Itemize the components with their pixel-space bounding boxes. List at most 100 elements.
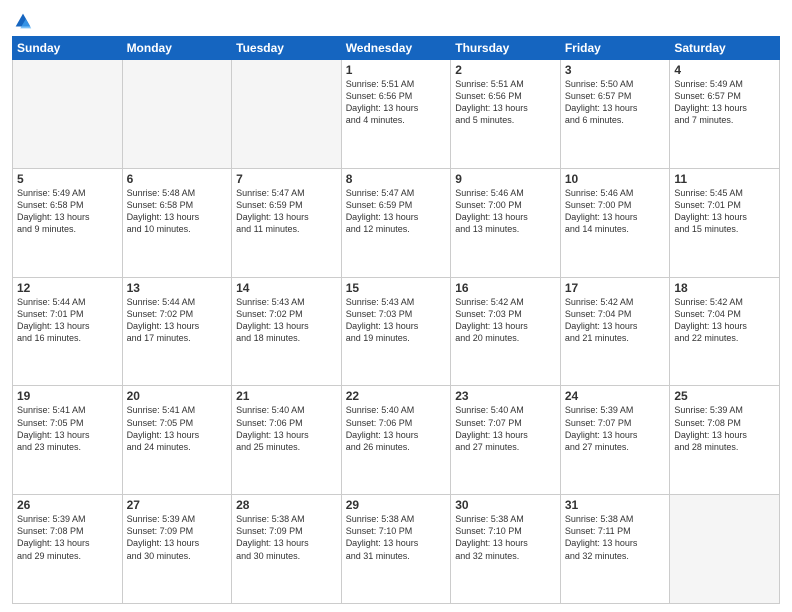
day-info: Sunrise: 5:48 AMSunset: 6:58 PMDaylight:…: [127, 187, 228, 236]
day-info: Sunrise: 5:42 AMSunset: 7:04 PMDaylight:…: [674, 296, 775, 345]
day-header-friday: Friday: [560, 37, 670, 60]
day-number: 23: [455, 389, 556, 403]
day-info: Sunrise: 5:39 AMSunset: 7:09 PMDaylight:…: [127, 513, 228, 562]
day-header-tuesday: Tuesday: [232, 37, 342, 60]
calendar-cell: 4Sunrise: 5:49 AMSunset: 6:57 PMDaylight…: [670, 60, 780, 169]
day-number: 26: [17, 498, 118, 512]
day-info: Sunrise: 5:47 AMSunset: 6:59 PMDaylight:…: [236, 187, 337, 236]
day-info: Sunrise: 5:39 AMSunset: 7:08 PMDaylight:…: [17, 513, 118, 562]
day-number: 21: [236, 389, 337, 403]
calendar-cell: 20Sunrise: 5:41 AMSunset: 7:05 PMDayligh…: [122, 386, 232, 495]
day-number: 13: [127, 281, 228, 295]
day-info: Sunrise: 5:46 AMSunset: 7:00 PMDaylight:…: [455, 187, 556, 236]
calendar-cell: 1Sunrise: 5:51 AMSunset: 6:56 PMDaylight…: [341, 60, 451, 169]
day-number: 10: [565, 172, 666, 186]
day-info: Sunrise: 5:40 AMSunset: 7:07 PMDaylight:…: [455, 404, 556, 453]
calendar-cell: 14Sunrise: 5:43 AMSunset: 7:02 PMDayligh…: [232, 277, 342, 386]
day-number: 15: [346, 281, 447, 295]
day-number: 5: [17, 172, 118, 186]
day-number: 3: [565, 63, 666, 77]
day-info: Sunrise: 5:50 AMSunset: 6:57 PMDaylight:…: [565, 78, 666, 127]
day-info: Sunrise: 5:38 AMSunset: 7:09 PMDaylight:…: [236, 513, 337, 562]
calendar-cell: 23Sunrise: 5:40 AMSunset: 7:07 PMDayligh…: [451, 386, 561, 495]
day-info: Sunrise: 5:44 AMSunset: 7:01 PMDaylight:…: [17, 296, 118, 345]
day-number: 2: [455, 63, 556, 77]
day-info: Sunrise: 5:43 AMSunset: 7:02 PMDaylight:…: [236, 296, 337, 345]
day-info: Sunrise: 5:41 AMSunset: 7:05 PMDaylight:…: [17, 404, 118, 453]
day-header-thursday: Thursday: [451, 37, 561, 60]
day-number: 4: [674, 63, 775, 77]
day-info: Sunrise: 5:40 AMSunset: 7:06 PMDaylight:…: [236, 404, 337, 453]
calendar-cell: 6Sunrise: 5:48 AMSunset: 6:58 PMDaylight…: [122, 168, 232, 277]
week-row-3: 12Sunrise: 5:44 AMSunset: 7:01 PMDayligh…: [13, 277, 780, 386]
calendar-cell: 8Sunrise: 5:47 AMSunset: 6:59 PMDaylight…: [341, 168, 451, 277]
calendar-cell: 3Sunrise: 5:50 AMSunset: 6:57 PMDaylight…: [560, 60, 670, 169]
week-row-5: 26Sunrise: 5:39 AMSunset: 7:08 PMDayligh…: [13, 495, 780, 604]
day-info: Sunrise: 5:42 AMSunset: 7:03 PMDaylight:…: [455, 296, 556, 345]
day-number: 18: [674, 281, 775, 295]
week-row-4: 19Sunrise: 5:41 AMSunset: 7:05 PMDayligh…: [13, 386, 780, 495]
calendar-cell: 31Sunrise: 5:38 AMSunset: 7:11 PMDayligh…: [560, 495, 670, 604]
day-info: Sunrise: 5:44 AMSunset: 7:02 PMDaylight:…: [127, 296, 228, 345]
day-header-saturday: Saturday: [670, 37, 780, 60]
day-info: Sunrise: 5:40 AMSunset: 7:06 PMDaylight:…: [346, 404, 447, 453]
calendar-cell: 21Sunrise: 5:40 AMSunset: 7:06 PMDayligh…: [232, 386, 342, 495]
day-number: 17: [565, 281, 666, 295]
calendar-cell: 5Sunrise: 5:49 AMSunset: 6:58 PMDaylight…: [13, 168, 123, 277]
day-number: 24: [565, 389, 666, 403]
day-number: 11: [674, 172, 775, 186]
day-info: Sunrise: 5:39 AMSunset: 7:08 PMDaylight:…: [674, 404, 775, 453]
day-number: 27: [127, 498, 228, 512]
calendar-cell: 12Sunrise: 5:44 AMSunset: 7:01 PMDayligh…: [13, 277, 123, 386]
day-number: 25: [674, 389, 775, 403]
calendar-cell: 9Sunrise: 5:46 AMSunset: 7:00 PMDaylight…: [451, 168, 561, 277]
calendar-cell: 22Sunrise: 5:40 AMSunset: 7:06 PMDayligh…: [341, 386, 451, 495]
day-number: 14: [236, 281, 337, 295]
day-number: 6: [127, 172, 228, 186]
day-info: Sunrise: 5:45 AMSunset: 7:01 PMDaylight:…: [674, 187, 775, 236]
day-info: Sunrise: 5:42 AMSunset: 7:04 PMDaylight:…: [565, 296, 666, 345]
logo-icon: [12, 10, 34, 32]
day-number: 19: [17, 389, 118, 403]
calendar-cell: 26Sunrise: 5:39 AMSunset: 7:08 PMDayligh…: [13, 495, 123, 604]
calendar-cell: 18Sunrise: 5:42 AMSunset: 7:04 PMDayligh…: [670, 277, 780, 386]
day-info: Sunrise: 5:38 AMSunset: 7:10 PMDaylight:…: [455, 513, 556, 562]
calendar-cell: 7Sunrise: 5:47 AMSunset: 6:59 PMDaylight…: [232, 168, 342, 277]
day-info: Sunrise: 5:51 AMSunset: 6:56 PMDaylight:…: [346, 78, 447, 127]
calendar-cell: 2Sunrise: 5:51 AMSunset: 6:56 PMDaylight…: [451, 60, 561, 169]
calendar-cell: 16Sunrise: 5:42 AMSunset: 7:03 PMDayligh…: [451, 277, 561, 386]
calendar-cell: 30Sunrise: 5:38 AMSunset: 7:10 PMDayligh…: [451, 495, 561, 604]
day-info: Sunrise: 5:39 AMSunset: 7:07 PMDaylight:…: [565, 404, 666, 453]
calendar-cell: [232, 60, 342, 169]
day-number: 8: [346, 172, 447, 186]
day-number: 29: [346, 498, 447, 512]
day-number: 12: [17, 281, 118, 295]
calendar-cell: 15Sunrise: 5:43 AMSunset: 7:03 PMDayligh…: [341, 277, 451, 386]
day-number: 16: [455, 281, 556, 295]
day-number: 22: [346, 389, 447, 403]
calendar-cell: 29Sunrise: 5:38 AMSunset: 7:10 PMDayligh…: [341, 495, 451, 604]
calendar-cell: 10Sunrise: 5:46 AMSunset: 7:00 PMDayligh…: [560, 168, 670, 277]
day-number: 9: [455, 172, 556, 186]
day-info: Sunrise: 5:47 AMSunset: 6:59 PMDaylight:…: [346, 187, 447, 236]
header: [12, 10, 780, 32]
calendar-header-row: SundayMondayTuesdayWednesdayThursdayFrid…: [13, 37, 780, 60]
week-row-2: 5Sunrise: 5:49 AMSunset: 6:58 PMDaylight…: [13, 168, 780, 277]
day-number: 28: [236, 498, 337, 512]
day-number: 7: [236, 172, 337, 186]
day-header-monday: Monday: [122, 37, 232, 60]
day-number: 31: [565, 498, 666, 512]
calendar-cell: 19Sunrise: 5:41 AMSunset: 7:05 PMDayligh…: [13, 386, 123, 495]
day-info: Sunrise: 5:49 AMSunset: 6:58 PMDaylight:…: [17, 187, 118, 236]
day-info: Sunrise: 5:49 AMSunset: 6:57 PMDaylight:…: [674, 78, 775, 127]
calendar-table: SundayMondayTuesdayWednesdayThursdayFrid…: [12, 36, 780, 604]
calendar-page: SundayMondayTuesdayWednesdayThursdayFrid…: [0, 0, 792, 612]
calendar-cell: 27Sunrise: 5:39 AMSunset: 7:09 PMDayligh…: [122, 495, 232, 604]
calendar-cell: 28Sunrise: 5:38 AMSunset: 7:09 PMDayligh…: [232, 495, 342, 604]
logo: [12, 10, 38, 32]
week-row-1: 1Sunrise: 5:51 AMSunset: 6:56 PMDaylight…: [13, 60, 780, 169]
day-info: Sunrise: 5:43 AMSunset: 7:03 PMDaylight:…: [346, 296, 447, 345]
calendar-cell: [122, 60, 232, 169]
calendar-cell: [13, 60, 123, 169]
calendar-cell: 11Sunrise: 5:45 AMSunset: 7:01 PMDayligh…: [670, 168, 780, 277]
